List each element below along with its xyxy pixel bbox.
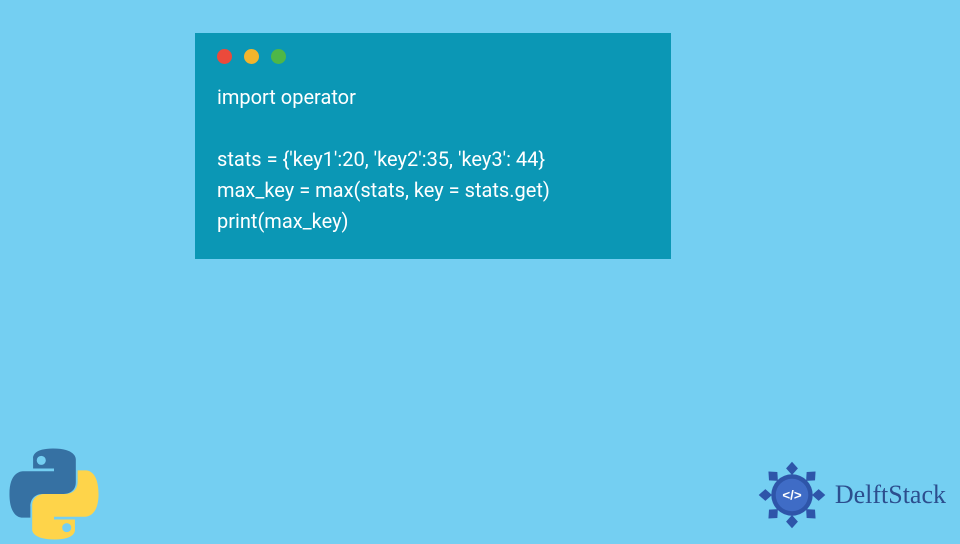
delftstack-logo-text: DelftStack: [835, 480, 946, 510]
minimize-icon: [244, 49, 259, 64]
svg-text:</>: </>: [782, 487, 801, 502]
code-line: max_key = max(stats, key = stats.get): [217, 178, 550, 202]
delftstack-logo: </> DelftStack: [755, 458, 946, 532]
code-line: import operator: [217, 85, 356, 109]
maximize-icon: [271, 49, 286, 64]
code-line: stats = {'key1':20, 'key2':35, 'key3': 4…: [217, 147, 545, 171]
window-controls: [217, 49, 649, 64]
delftstack-badge-icon: </>: [755, 458, 829, 532]
python-logo-icon: [4, 444, 104, 544]
close-icon: [217, 49, 232, 64]
code-line: print(max_key): [217, 209, 349, 233]
code-window: import operator stats = {'key1':20, 'key…: [195, 33, 671, 259]
code-block: import operator stats = {'key1':20, 'key…: [217, 82, 649, 237]
